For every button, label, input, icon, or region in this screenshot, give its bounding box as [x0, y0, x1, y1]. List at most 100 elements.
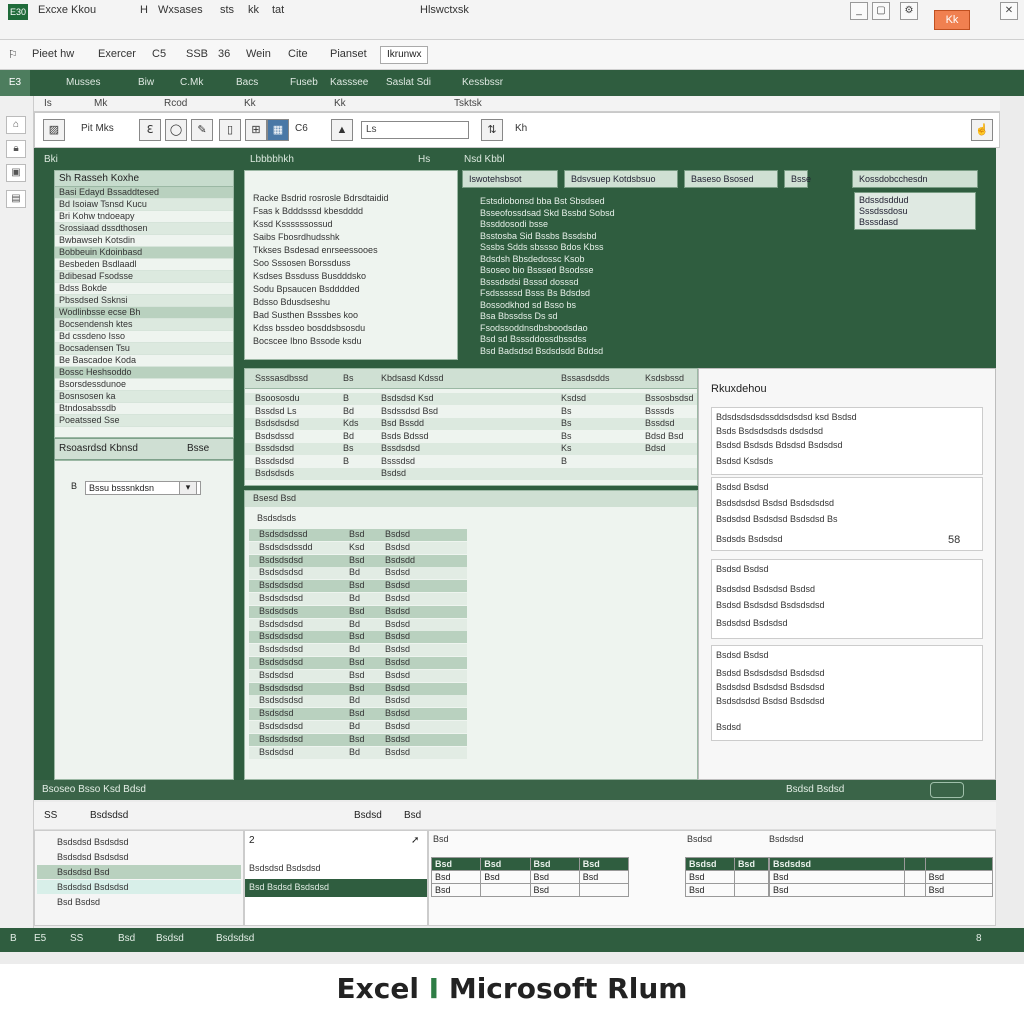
- tree-item[interactable]: Bwbawseh Kotsdin: [55, 235, 233, 247]
- image-icon[interactable]: ▨: [43, 119, 65, 141]
- page-icon[interactable]: ▯: [219, 119, 241, 141]
- settings-icon[interactable]: ⚙: [900, 2, 918, 20]
- bottom-list-item[interactable]: Bsd Bsdsd: [37, 895, 241, 909]
- tree-item[interactable]: Bosnsosen ka: [55, 391, 233, 403]
- info-tab[interactable]: Baseso Bsosed: [684, 170, 778, 188]
- ribbon-subitem[interactable]: Tsktsk: [454, 98, 482, 109]
- table-row[interactable]: Bsd Bsd: [430, 883, 630, 897]
- bottom-table-header[interactable]: Bsdsdsd: [769, 857, 905, 871]
- ribbon-tab[interactable]: Fuseb: [290, 77, 318, 88]
- close-icon[interactable]: ✕: [1000, 2, 1018, 20]
- info-tab[interactable]: Bdsvsuep Kotdsbsuo: [564, 170, 678, 188]
- app-icon[interactable]: E30: [8, 4, 28, 20]
- menu-dropdown[interactable]: Ikrunwx: [380, 46, 429, 64]
- ribbon-tab[interactable]: Musses: [66, 77, 100, 88]
- hand-icon[interactable]: ☝: [971, 119, 993, 141]
- tool-label[interactable]: Pit Mks: [81, 123, 114, 134]
- account-button[interactable]: Kk: [934, 10, 970, 30]
- bottom-list-item[interactable]: Bsdsdsd Bsdsdsd: [37, 880, 241, 894]
- tree-item[interactable]: Bd Isoiaw Tsnsd Kucu: [55, 199, 233, 211]
- menu-item[interactable]: Pieet hw: [32, 48, 74, 60]
- bottom-table-header[interactable]: Bsd: [430, 857, 482, 871]
- ribbon-tab[interactable]: Biw: [138, 77, 154, 88]
- status-item[interactable]: Bsdsdsd: [216, 933, 254, 944]
- tree-footer-label[interactable]: Bsse: [187, 443, 209, 454]
- edit-icon[interactable]: ✎: [191, 119, 213, 141]
- bottom-table-header[interactable]: [924, 857, 994, 871]
- grid-column-header[interactable]: Bssasdsdds: [561, 373, 643, 383]
- format-icon[interactable]: ℇ: [139, 119, 161, 141]
- status-item[interactable]: Bsdsd: [156, 933, 184, 944]
- chart-icon[interactable]: ▦: [267, 119, 289, 141]
- ribbon-subitem[interactable]: Is: [44, 98, 52, 109]
- pin-icon[interactable]: ⌂: [6, 116, 26, 134]
- bottom-middle-line[interactable]: Bsd Bsdsd Bsdsdsd: [245, 879, 427, 897]
- bottom-table-header[interactable]: [903, 857, 926, 871]
- bottom-list-item[interactable]: Bsdsdsd Bsdsdsd: [37, 850, 241, 864]
- tree-item[interactable]: Be Bascadoe Koda: [55, 355, 233, 367]
- status-item[interactable]: B: [10, 933, 17, 944]
- ribbon-subitem[interactable]: Kk: [244, 98, 256, 109]
- ribbon-subitem[interactable]: Rcod: [164, 98, 187, 109]
- table-row[interactable]: Bsd: [685, 870, 770, 884]
- tree-item[interactable]: Bocsadensen Tsu: [55, 343, 233, 355]
- tree-item[interactable]: Poeatssed Sse: [55, 415, 233, 427]
- bottom-list-item[interactable]: Bsdsdsd Bsdsdsd: [37, 835, 241, 849]
- grid-header[interactable]: Bsesd Bsd: [245, 491, 697, 507]
- tree-item[interactable]: Bossc Heshsoddo: [55, 367, 233, 379]
- table-row[interactable]: Bsd: [685, 883, 770, 897]
- tree-item[interactable]: Pbssdsed Ssknsi: [55, 295, 233, 307]
- tree-title[interactable]: Sh Rasseh Koxhe: [55, 171, 233, 187]
- bottom-table-header[interactable]: Bsd: [578, 857, 630, 871]
- tree-item[interactable]: Bdss Bokde: [55, 283, 233, 295]
- menu-item[interactable]: SSB: [186, 48, 208, 60]
- tree-footer-label[interactable]: Rsoasrdsd Kbnsd: [59, 443, 138, 454]
- menu-item[interactable]: C5: [152, 48, 166, 60]
- bottom-table-header[interactable]: Bsd: [529, 857, 580, 871]
- restore-icon[interactable]: ▢: [872, 2, 890, 20]
- tree-item[interactable]: Besbeden Bsdlaadl: [55, 259, 233, 271]
- menu-item[interactable]: Exercer: [98, 48, 136, 60]
- menu-item[interactable]: Pianset: [330, 48, 367, 60]
- info-tab[interactable]: Bsse: [784, 170, 811, 188]
- ribbon-tab[interactable]: Saslat Sdi: [386, 77, 431, 88]
- toggle-button[interactable]: [930, 782, 964, 798]
- tree-item[interactable]: Btndosabssdb: [55, 403, 233, 415]
- grid-icon[interactable]: ⊞: [245, 119, 267, 141]
- tool-label[interactable]: C6: [295, 123, 308, 134]
- cursor-icon[interactable]: ➚: [411, 835, 419, 846]
- menu-item[interactable]: Cite: [288, 48, 308, 60]
- tree-item[interactable]: Bobbeuin Kdoinbasd: [55, 247, 233, 259]
- grid-column-header[interactable]: Ksdsbssd: [645, 373, 695, 383]
- status-item[interactable]: Bsd: [118, 933, 135, 944]
- tool-label[interactable]: Kh: [515, 123, 527, 134]
- grid-column-header[interactable]: Bs: [343, 373, 379, 383]
- tree-item[interactable]: Bdibesad Fsodsse: [55, 271, 233, 283]
- tree-item[interactable]: Wodlinbsse ecse Bh: [55, 307, 233, 319]
- ribbon-subitem[interactable]: Mk: [94, 98, 107, 109]
- status-item[interactable]: SS: [70, 933, 83, 944]
- bottom-table-header[interactable]: Bsd: [480, 857, 531, 871]
- info-tab[interactable]: Kossdobcchesdn: [852, 170, 978, 188]
- sort-icon[interactable]: ⇅: [481, 119, 503, 141]
- ribbon-tab[interactable]: Bacs: [236, 77, 258, 88]
- menu-icon[interactable]: ⚐: [8, 48, 18, 61]
- tool-icon[interactable]: ▣: [6, 164, 26, 182]
- oval-icon[interactable]: ◯: [165, 119, 187, 141]
- ribbon-tab[interactable]: Kasssee: [330, 77, 368, 88]
- search-input[interactable]: Ls: [361, 121, 469, 139]
- lock-icon[interactable]: 🔒︎: [6, 140, 26, 158]
- grid-column-header[interactable]: Kbdsasd Kdssd: [381, 373, 557, 383]
- grid-column-header[interactable]: Ssssasdbssd: [255, 373, 341, 383]
- menu-item[interactable]: 36: [218, 48, 230, 60]
- table-row[interactable]: Bsd Bsd Bsd Bsd: [430, 870, 630, 884]
- bottom-table-header[interactable]: Bsd: [733, 857, 770, 871]
- bottom-table-header[interactable]: Bsdsd: [685, 857, 735, 871]
- tree-item[interactable]: Bsorsdessdunoe: [55, 379, 233, 391]
- filter-icon[interactable]: ▾: [179, 481, 197, 495]
- minimize-icon[interactable]: _: [850, 2, 868, 20]
- status-item[interactable]: E5: [34, 933, 46, 944]
- menu-item[interactable]: Wein: [246, 48, 271, 60]
- table-row[interactable]: Bsd Bsd: [769, 883, 994, 897]
- ribbon-tab[interactable]: C.Mk: [180, 77, 203, 88]
